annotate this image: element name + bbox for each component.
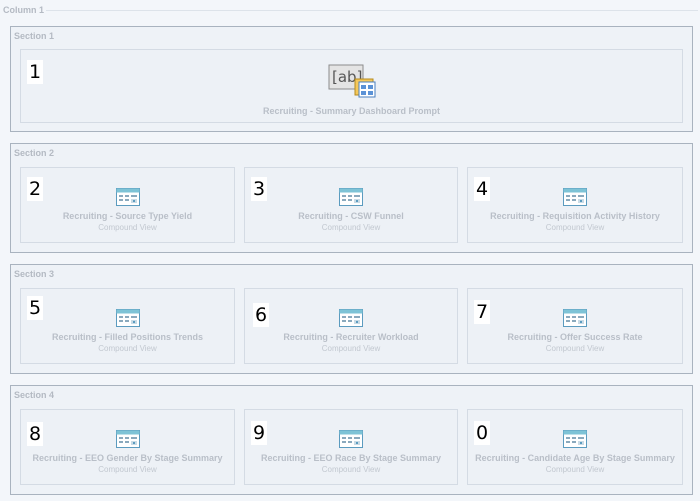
view-title: Recruiting - EEO Race By Stage Summary [260, 453, 442, 463]
view-csw-funnel[interactable]: 3 Recruiting - CSW Funnel Compound View [244, 167, 458, 243]
view-title: Recruiting - Filled Positions Trends [51, 332, 204, 342]
view-type: Compound View [545, 344, 605, 353]
view-number: 7 [474, 300, 491, 324]
view-title: Recruiting - CSW Funnel [298, 211, 404, 221]
view-title: Recruiting - Requisition Activity Histor… [490, 211, 660, 221]
section-3: Section 3 5 Recruiting - Filled Position… [10, 264, 693, 374]
section-1: Section 1 1 Recruiting - Summary Dashboa… [10, 26, 693, 132]
view-number: 5 [27, 296, 44, 320]
column-divider [46, 10, 698, 11]
view-title: Recruiting - EEO Gender By Stage Summary [32, 453, 223, 463]
compound-view-icon [339, 188, 363, 206]
view-type: Compound View [545, 465, 605, 474]
compound-view-icon [116, 309, 140, 327]
view-title: Recruiting - Recruiter Workload [283, 332, 419, 342]
view-number: 4 [474, 177, 491, 201]
view-number: 8 [27, 422, 44, 446]
prompt-icon [328, 63, 378, 99]
view-title: Recruiting - Summary Dashboard Prompt [262, 106, 441, 116]
view-title: Recruiting - Offer Success Rate [507, 332, 643, 342]
view-offer-success-rate[interactable]: 7 Recruiting - Offer Success Rate Compou… [467, 288, 683, 364]
view-eeo-gender-by-stage-summary[interactable]: 8 Recruiting - EEO Gender By Stage Summa… [20, 409, 235, 485]
view-type: Compound View [321, 344, 381, 353]
compound-view-icon [116, 430, 140, 448]
section-title: Section 3 [14, 269, 55, 279]
view-type: Compound View [98, 223, 157, 232]
view-type: Compound View [321, 465, 381, 474]
section-title: Section 4 [14, 390, 55, 400]
section-title: Section 2 [14, 148, 55, 158]
compound-view-icon [563, 188, 587, 206]
compound-view-icon [563, 309, 587, 327]
section-2: Section 2 2 Recruiting - Source Type Yie… [10, 143, 693, 253]
view-title: Recruiting - Candidate Age By Stage Summ… [475, 453, 675, 463]
view-source-type-yield[interactable]: 2 Recruiting - Source Type Yield Compoun… [20, 167, 235, 243]
view-number: 2 [27, 177, 44, 201]
section-title: Section 1 [14, 31, 55, 41]
view-type: Compound View [321, 223, 381, 232]
compound-view-icon [339, 309, 363, 327]
view-recruiter-workload[interactable]: 6 Recruiting - Recruiter Workload Compou… [244, 288, 458, 364]
compound-view-icon [339, 430, 363, 448]
column-label: Column 1 [3, 5, 45, 15]
view-type: Compound View [545, 223, 605, 232]
view-requisition-activity-history[interactable]: 4 Recruiting - Requisition Activity Hist… [467, 167, 683, 243]
view-candidate-age-by-stage-summary[interactable]: 0 Recruiting - Candidate Age By Stage Su… [467, 409, 683, 485]
view-number: 6 [253, 303, 270, 327]
compound-view-icon [116, 188, 140, 206]
view-eeo-race-by-stage-summary[interactable]: 9 Recruiting - EEO Race By Stage Summary… [244, 409, 458, 485]
view-number: 9 [251, 421, 268, 445]
view-type: Compound View [98, 465, 157, 474]
view-title: Recruiting - Source Type Yield [62, 211, 193, 221]
view-filled-positions-trends[interactable]: 5 Recruiting - Filled Positions Trends C… [20, 288, 235, 364]
compound-view-icon [563, 430, 587, 448]
view-number: 0 [474, 421, 491, 445]
view-summary-dashboard-prompt[interactable]: 1 Recruiting - Summary Dashboard Prompt [20, 49, 683, 123]
section-4: Section 4 8 Recruiting - EEO Gender By S… [10, 385, 693, 495]
view-type: Compound View [98, 344, 157, 353]
view-number: 1 [27, 60, 44, 84]
view-number: 3 [251, 177, 268, 201]
